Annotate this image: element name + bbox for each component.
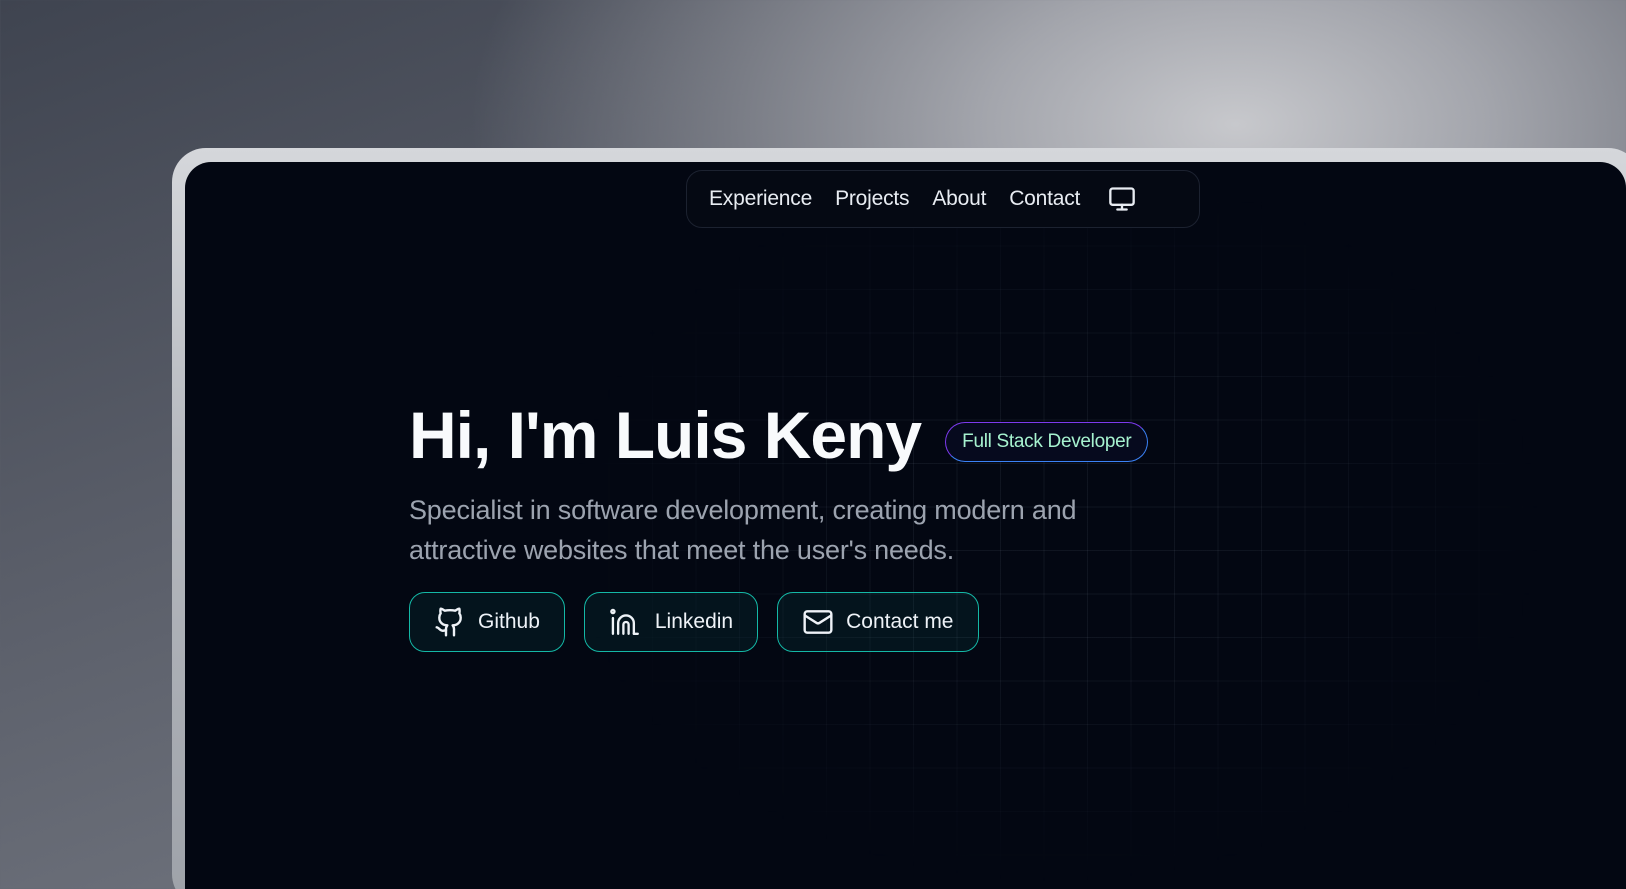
- mail-icon: [803, 610, 833, 634]
- role-badge: Full Stack Developer: [945, 422, 1149, 462]
- social-actions: Github Linkedin Contact me: [409, 592, 1309, 652]
- page-title: Hi, I'm Luis Keny: [409, 398, 922, 472]
- hero-title-row: Hi, I'm Luis Keny Full Stack Developer: [409, 402, 1309, 468]
- linkedin-button-label: Linkedin: [654, 610, 734, 633]
- top-navigation: Experience Projects About Contact: [686, 170, 1200, 228]
- monitor-icon: [1109, 187, 1136, 211]
- linkedin-icon: [610, 608, 639, 635]
- hero-section: Hi, I'm Luis Keny Full Stack Developer S…: [409, 402, 1309, 652]
- contact-me-button[interactable]: Contact me: [777, 592, 979, 652]
- nav-link-projects[interactable]: Projects: [835, 187, 909, 211]
- contact-me-button-label: Contact me: [846, 610, 954, 633]
- nav-link-experience[interactable]: Experience: [709, 187, 812, 211]
- hero-description: Specialist in software development, crea…: [409, 495, 1077, 565]
- theme-toggle-button[interactable]: [1107, 184, 1137, 214]
- github-button[interactable]: Github: [409, 592, 565, 652]
- github-icon: [435, 607, 462, 637]
- github-button-label: Github: [478, 610, 540, 633]
- browser-viewport: Experience Projects About Contact Hi, I'…: [185, 162, 1626, 889]
- nav-link-contact[interactable]: Contact: [1009, 187, 1080, 211]
- nav-link-about[interactable]: About: [932, 187, 986, 211]
- linkedin-button[interactable]: Linkedin: [583, 592, 759, 652]
